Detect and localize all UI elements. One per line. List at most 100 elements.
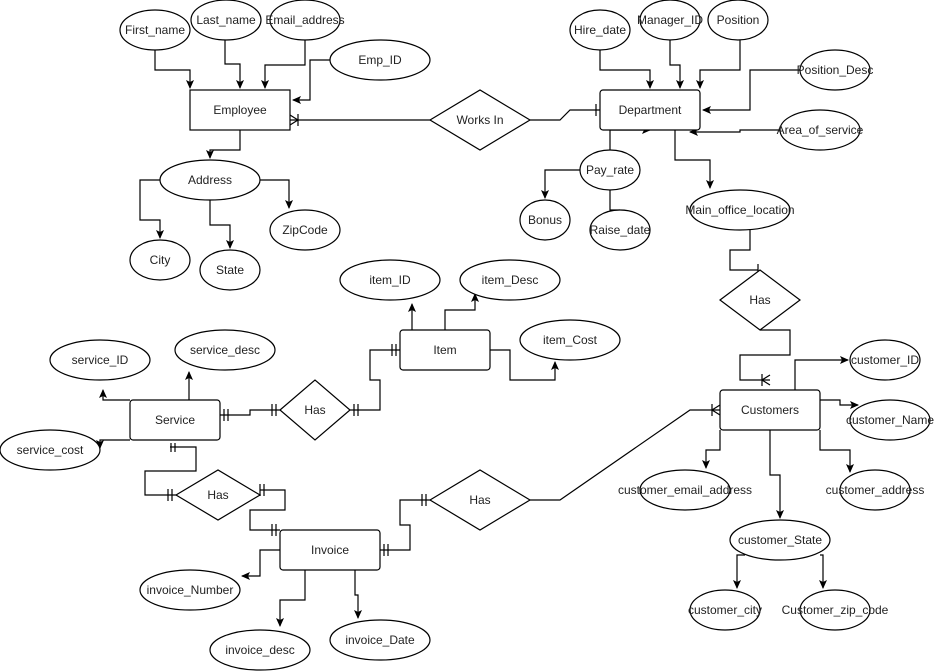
attribute-label: customer_city — [688, 603, 762, 617]
attribute-pay-rate[interactable]: Pay_rate — [579, 149, 641, 191]
entity-label: Invoice — [311, 543, 349, 557]
relationship-label: Has — [749, 293, 770, 307]
attribute-city[interactable]: City — [129, 239, 191, 281]
attribute-label: Hire_date — [574, 23, 626, 37]
edge-invoice-desc — [276, 570, 306, 627]
attribute-label: First_name — [125, 23, 185, 37]
edge-customer-email — [702, 430, 721, 469]
attribute-hire-date[interactable]: Hire_date — [569, 9, 631, 51]
edge-service-id — [99, 389, 130, 401]
attribute-label: State — [216, 263, 244, 277]
attribute-label: Pay_rate — [586, 163, 634, 177]
attribute-item-cost[interactable]: item_Cost — [519, 319, 621, 361]
attribute-label: invoice_desc — [225, 643, 294, 657]
attribute-service-desc[interactable]: service_desc — [174, 329, 276, 371]
attribute-customer-zip-code[interactable]: Customer_zip_code — [782, 589, 889, 631]
relationship-dept-customers-has[interactable]: Has — [719, 269, 801, 331]
attribute-label: Bonus — [528, 213, 562, 227]
attribute-state[interactable]: State — [199, 249, 261, 291]
relationship-works-in[interactable]: Works In — [428, 89, 532, 151]
attribute-customer-state[interactable]: customer_State — [729, 519, 831, 561]
edge-zipcode — [260, 179, 293, 209]
attribute-service-cost[interactable]: service_cost — [0, 429, 101, 471]
attribute-address[interactable]: Address — [159, 159, 261, 201]
edge-has-customers — [739, 329, 791, 381]
edge-invoice-date — [354, 570, 362, 619]
entity-customers[interactable]: Customers — [719, 389, 821, 431]
edge-position-desc — [702, 69, 800, 114]
entity-employee[interactable]: Employee — [189, 89, 291, 131]
edge-customer-id — [794, 356, 849, 390]
attribute-customer-city[interactable]: customer_city — [688, 589, 762, 631]
edge-email-address — [261, 40, 306, 89]
attribute-raise-date[interactable]: Raise_date — [589, 209, 651, 251]
edge-position — [696, 40, 741, 89]
attribute-label: Main_office_location — [685, 203, 794, 217]
edge-works-in-department — [530, 109, 600, 121]
attribute-service-id[interactable]: service_ID — [49, 339, 151, 381]
entity-service[interactable]: Service — [129, 399, 221, 441]
attribute-label: Customer_zip_code — [782, 603, 889, 617]
attribute-zipcode[interactable]: ZipCode — [269, 209, 341, 251]
attribute-bonus[interactable]: Bonus — [519, 199, 571, 241]
entity-label: Employee — [213, 103, 267, 117]
edge-item-desc — [444, 293, 479, 330]
edge-emp-id — [292, 59, 330, 104]
edge-hire-date — [599, 50, 654, 89]
attribute-label: service_ID — [72, 353, 129, 367]
attribute-customer-id[interactable]: customer_ID — [849, 339, 921, 381]
attribute-email-address[interactable]: Email_address — [265, 0, 345, 41]
relationship-service-item-has[interactable]: Has — [279, 379, 351, 441]
attribute-label: invoice_Number — [147, 583, 234, 597]
relationship-label: Has — [469, 493, 490, 507]
attribute-label: Email_address — [265, 13, 344, 27]
edge-has-item — [350, 349, 400, 411]
entity-label: Customers — [741, 403, 799, 417]
attribute-customer-address[interactable]: customer_address — [826, 469, 925, 511]
attribute-label: customer_email_address — [618, 483, 752, 497]
edge-first-name — [154, 44, 194, 89]
attribute-label: Position — [717, 13, 760, 27]
attribute-position-desc[interactable]: Position_Desc — [797, 49, 874, 91]
attribute-invoice-date[interactable]: invoice_Date — [329, 619, 431, 661]
entity-item[interactable]: Item — [399, 329, 491, 371]
attribute-label: service_desc — [190, 343, 260, 357]
attribute-emp-id[interactable]: Emp_ID — [329, 39, 431, 81]
attribute-last-name[interactable]: Last_name — [190, 0, 262, 41]
edge-invoice-has3 — [380, 499, 430, 551]
relationship-label: Works In — [456, 113, 503, 127]
edge-customer-name — [820, 399, 859, 409]
edge-customer-address — [819, 430, 854, 473]
edge-invoice-number — [241, 549, 280, 580]
attribute-first-name[interactable]: First_name — [119, 9, 191, 51]
attribute-customer-email-address[interactable]: customer_email_address — [618, 469, 752, 511]
attribute-label: Area_of_service — [777, 123, 864, 137]
entity-invoice[interactable]: Invoice — [279, 529, 381, 571]
er-diagram-canvas: Employee Department Item Service Invoice… — [0, 0, 934, 671]
attribute-label: Last_name — [196, 13, 256, 27]
edge-service-cost — [96, 439, 130, 449]
relationship-service-invoice-has[interactable]: Has — [174, 469, 262, 521]
attribute-area-of-service[interactable]: Area_of_service — [777, 109, 864, 151]
attribute-item-id[interactable]: item_ID — [339, 259, 441, 301]
edge-state — [209, 200, 234, 249]
attribute-label: service_cost — [17, 443, 84, 457]
attribute-label: customer_ID — [851, 353, 919, 367]
attribute-manager-id[interactable]: Manager_ID — [637, 0, 703, 41]
attribute-label: customer_address — [826, 483, 925, 497]
attribute-label: item_Cost — [543, 333, 598, 347]
attribute-label: City — [150, 253, 171, 267]
edge-raise-date — [609, 190, 620, 211]
entity-department[interactable]: Department — [599, 89, 701, 131]
attribute-main-office-location[interactable]: Main_office_location — [685, 189, 795, 231]
entity-label: Item — [433, 343, 456, 357]
edge-bonus — [541, 169, 580, 199]
attribute-invoice-desc[interactable]: invoice_desc — [209, 629, 311, 671]
attribute-position[interactable]: Position — [707, 0, 769, 41]
attribute-customer-name[interactable]: customer_Name — [846, 399, 934, 441]
relationship-invoice-customers-has[interactable]: Has — [428, 469, 532, 531]
edge-main-office-has — [729, 230, 758, 271]
attribute-label: Address — [188, 173, 232, 187]
attribute-invoice-number[interactable]: invoice_Number — [139, 569, 241, 611]
attribute-item-desc[interactable]: item_Desc — [459, 259, 561, 301]
